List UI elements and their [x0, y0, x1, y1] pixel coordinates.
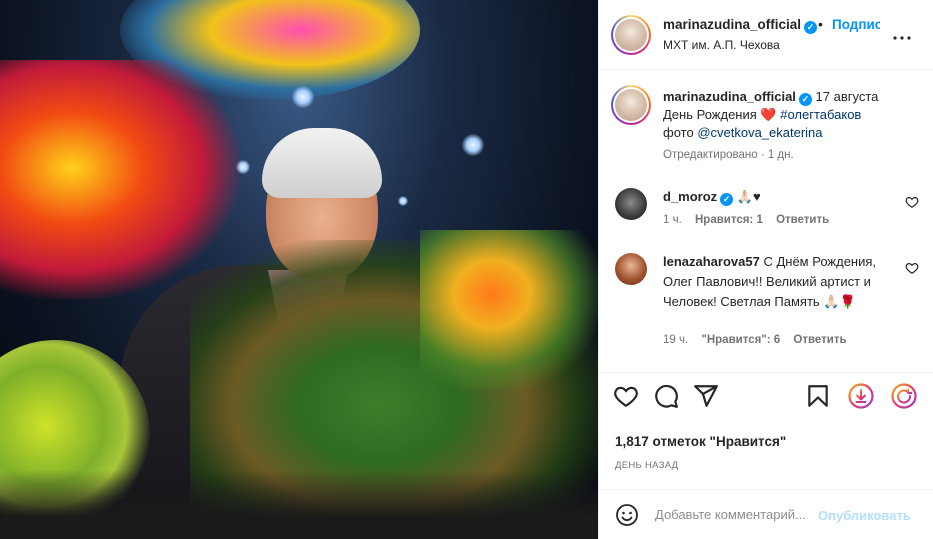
bookmark-icon[interactable]	[805, 383, 831, 409]
photo-credit-link[interactable]: @cvetkova_ekaterina	[697, 125, 822, 140]
author-username-text[interactable]: marinazudina_official	[663, 17, 801, 32]
commenter-avatar[interactable]	[615, 188, 647, 220]
location-link[interactable]: МХТ им. А.П. Чехова	[663, 38, 780, 52]
stage-light	[398, 196, 408, 206]
comment-username[interactable]: lenazaharova57	[663, 254, 760, 269]
comment: d_moroz ✓ 🙏🏻♥	[663, 187, 893, 207]
comment-text: 🙏🏻♥	[736, 189, 761, 204]
verified-icon: ✓	[798, 93, 812, 106]
author-avatar[interactable]	[611, 15, 651, 55]
comment-time: 1 ч.	[663, 214, 682, 226]
bird-of-paradise-flowers	[420, 230, 598, 390]
photo-prefix: фото	[663, 125, 694, 140]
stage-light	[292, 86, 314, 108]
hashtag-link[interactable]: #олегтабаков	[780, 107, 861, 122]
emoji-icon[interactable]	[615, 503, 639, 527]
heart-emoji: ❤️	[760, 107, 777, 122]
comment: lenazaharova57 С Днём Рождения, Олег Пав…	[663, 252, 893, 312]
likes-count[interactable]: 1,817 отметок "Нравится"	[615, 434, 786, 449]
commenter-avatar[interactable]	[615, 253, 647, 285]
comment-likes[interactable]: "Нравится": 6	[701, 334, 780, 346]
comment-like-icon[interactable]	[905, 261, 919, 275]
separator-dot: •	[818, 16, 823, 32]
audience	[0, 470, 598, 539]
verified-icon: ✓	[804, 21, 818, 34]
heart-icon[interactable]	[613, 383, 639, 409]
stage-light	[462, 134, 484, 156]
download-extension-icon[interactable]	[848, 383, 874, 409]
comment-like-icon[interactable]	[905, 195, 919, 209]
comment-input[interactable]	[655, 507, 815, 522]
post-photo[interactable]	[0, 0, 598, 539]
caption-line: День Рождения	[663, 107, 757, 122]
reply-button[interactable]: Ответить	[793, 334, 846, 346]
caption-edited: Отредактировано · 1 дн.	[663, 149, 794, 161]
verified-icon: ✓	[720, 193, 734, 206]
comment-time: 19 ч.	[663, 334, 689, 346]
publish-button[interactable]: Опубликовать	[818, 508, 911, 523]
bouquet-left	[0, 60, 240, 300]
comment-likes[interactable]: Нравится: 1	[695, 214, 763, 226]
share-icon[interactable]	[693, 383, 719, 409]
man-hair	[262, 128, 382, 198]
comment-icon[interactable]	[653, 383, 679, 409]
caption: marinazudina_official ✓ 17 августа День Р…	[663, 88, 923, 142]
add-comment-bar: Опубликовать	[599, 489, 933, 539]
comment-meta: 19 ч. "Нравится": 6 Ответить	[663, 334, 847, 346]
reply-button[interactable]: Ответить	[776, 214, 829, 226]
repost-extension-icon[interactable]	[891, 383, 917, 409]
post-header: marinazudina_official✓ • Подписаться МХТ…	[599, 0, 933, 70]
author-username[interactable]: marinazudina_official ✓	[663, 17, 818, 34]
follow-button[interactable]: Подписаться	[832, 17, 880, 32]
comment-meta: 1 ч. Нравится: 1 Ответить	[663, 214, 829, 226]
caption-username[interactable]: marinazudina_official	[663, 89, 796, 104]
caption-date: 17 августа	[815, 89, 879, 104]
more-options-icon[interactable]	[893, 24, 911, 44]
action-bar	[599, 372, 933, 420]
post-time: ДЕНЬ НАЗАД	[615, 460, 679, 471]
comments-list[interactable]: marinazudina_official ✓ 17 августа День Р…	[599, 71, 933, 371]
caption-avatar[interactable]	[611, 85, 651, 125]
comment-username[interactable]: d_moroz	[663, 189, 717, 204]
post-side-panel: marinazudina_official✓ • Подписаться МХТ…	[598, 0, 933, 539]
